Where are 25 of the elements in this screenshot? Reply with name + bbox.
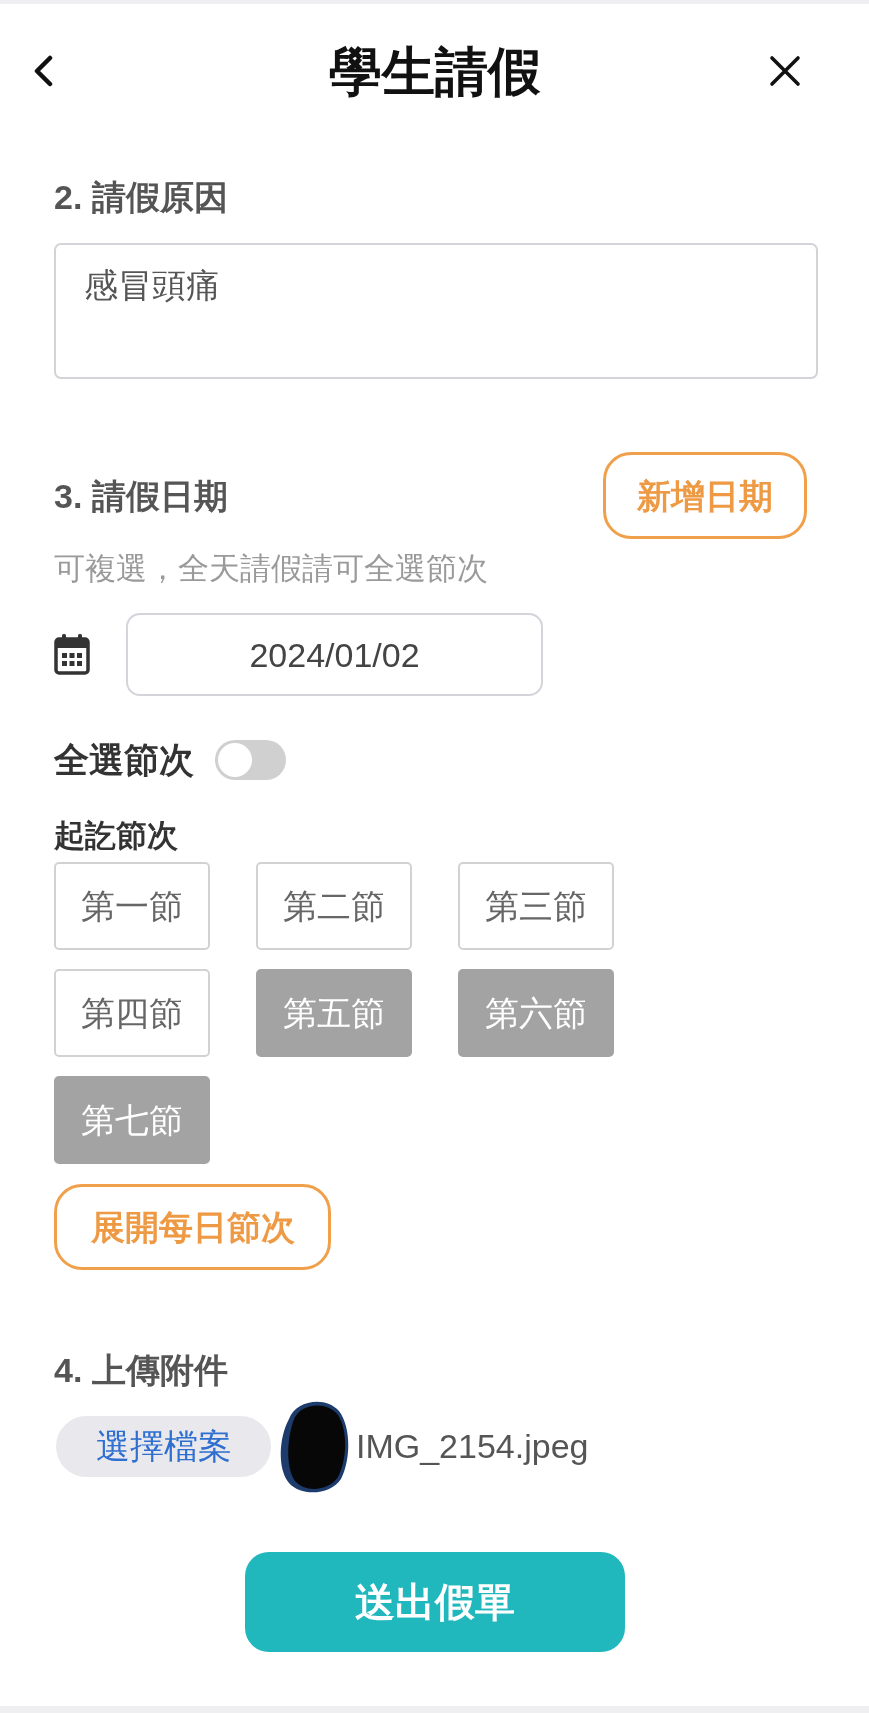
submit-button[interactable]: 送出假單 [244, 1552, 625, 1652]
toggle-switch[interactable] [215, 740, 286, 780]
add-date-button[interactable]: 新增日期 [603, 452, 807, 539]
period-button[interactable]: 第七節 [54, 1076, 210, 1164]
period-button[interactable]: 第四節 [54, 969, 210, 1057]
period-button[interactable]: 第六節 [458, 969, 614, 1057]
period-button[interactable]: 第二節 [256, 862, 412, 950]
section-label: 3. 請假日期 [54, 475, 228, 517]
period-button[interactable]: 第五節 [256, 969, 412, 1057]
choose-file-button[interactable]: 選擇檔案 [56, 1415, 271, 1477]
file-name: IMG_2154.jpeg [356, 1426, 589, 1467]
period-button[interactable]: 第一節 [54, 862, 210, 950]
section-label: 4. 上傳附件 [54, 1350, 229, 1391]
reason-textarea[interactable]: 感冒頭痛 [54, 243, 818, 379]
calendar-icon[interactable] [54, 634, 90, 675]
periods-label: 起訖節次 [54, 817, 179, 855]
section-label: 2. 請假原因 [54, 177, 229, 218]
page-title: 學生請假 [328, 44, 541, 98]
expand-periods-button[interactable]: 展開每日節次 [54, 1184, 331, 1270]
period-button[interactable]: 第三節 [458, 862, 614, 950]
toggle-label: 全選節次 [54, 739, 194, 781]
back-chevron-icon[interactable] [32, 55, 54, 87]
hint-text: 可複選，全天請假請可全選節次 [54, 550, 489, 588]
close-icon[interactable] [769, 55, 801, 87]
date-field[interactable]: 2024/01/02 [126, 613, 543, 696]
